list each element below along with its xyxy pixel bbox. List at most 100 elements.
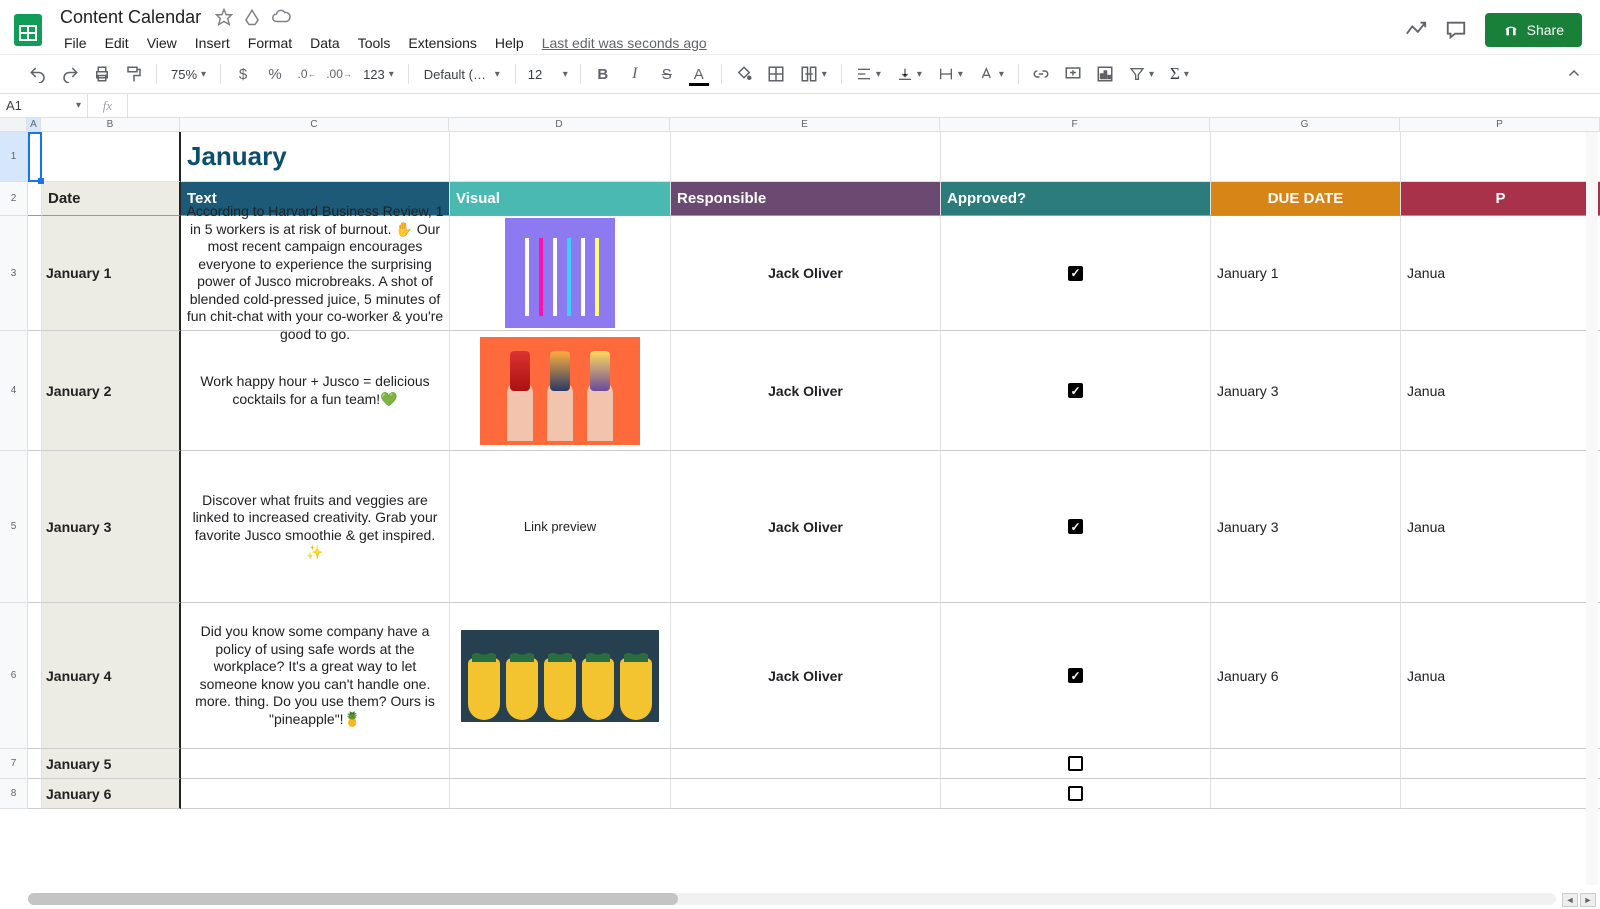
- text-wrap-button[interactable]: ▾: [932, 66, 969, 82]
- cloud-saved-icon[interactable]: [271, 8, 291, 26]
- cell-d1[interactable]: [450, 132, 671, 182]
- approved-checkbox[interactable]: [1068, 266, 1083, 281]
- menu-format[interactable]: Format: [240, 31, 300, 55]
- approved-cell[interactable]: [941, 603, 1211, 749]
- approved-checkbox[interactable]: [1068, 668, 1083, 683]
- date-cell[interactable]: January 2: [42, 331, 181, 451]
- merge-cells-button[interactable]: ▾: [794, 65, 833, 83]
- header-p[interactable]: P: [1401, 182, 1600, 216]
- p-cell[interactable]: Janua: [1401, 603, 1600, 749]
- cell-f1[interactable]: [941, 132, 1211, 182]
- insert-comment-button[interactable]: [1059, 60, 1087, 88]
- cell-h1[interactable]: [1401, 132, 1600, 182]
- due-date-cell[interactable]: January 6: [1211, 603, 1401, 749]
- bold-button[interactable]: B: [589, 60, 617, 88]
- cell[interactable]: [28, 749, 42, 779]
- collapse-toolbar-button[interactable]: [1560, 60, 1588, 88]
- approved-cell[interactable]: [941, 451, 1211, 603]
- filter-button[interactable]: ▾: [1123, 66, 1160, 82]
- text-cell[interactable]: Work happy hour + Jusco = delicious cock…: [181, 331, 450, 451]
- visual-cell[interactable]: Link preview: [450, 451, 671, 603]
- cell-e1[interactable]: [671, 132, 941, 182]
- row-header-3[interactable]: 3: [0, 216, 28, 331]
- menu-help[interactable]: Help: [487, 31, 532, 55]
- visual-cell[interactable]: [450, 216, 671, 331]
- zoom-select[interactable]: 75%▾: [165, 67, 212, 82]
- responsible-cell[interactable]: Jack Oliver: [671, 451, 941, 603]
- borders-button[interactable]: [762, 60, 790, 88]
- cell[interactable]: [28, 603, 42, 749]
- redo-button[interactable]: [56, 60, 84, 88]
- cell-c1[interactable]: January: [181, 132, 450, 182]
- menu-tools[interactable]: Tools: [350, 31, 399, 55]
- decrease-decimal-button[interactable]: .0←: [293, 60, 321, 88]
- responsible-cell[interactable]: Jack Oliver: [671, 216, 941, 331]
- cell-a1[interactable]: [28, 132, 42, 182]
- menu-insert[interactable]: Insert: [187, 31, 238, 55]
- responsible-cell[interactable]: Jack Oliver: [671, 603, 941, 749]
- spreadsheet-grid[interactable]: 1 January 2 Date Text Visual Responsible…: [0, 132, 1600, 885]
- approved-checkbox[interactable]: [1068, 786, 1083, 801]
- comments-icon[interactable]: [1445, 19, 1467, 41]
- cell[interactable]: [28, 451, 42, 603]
- currency-button[interactable]: $: [229, 60, 257, 88]
- document-title[interactable]: Content Calendar: [56, 6, 205, 29]
- strikethrough-button[interactable]: S: [653, 60, 681, 88]
- activity-icon[interactable]: [1405, 19, 1427, 41]
- number-format-select[interactable]: 123▾: [357, 67, 400, 82]
- cell-a2[interactable]: [28, 182, 42, 216]
- due-date-cell[interactable]: [1211, 749, 1401, 779]
- print-button[interactable]: [88, 60, 116, 88]
- approved-cell[interactable]: [941, 216, 1211, 331]
- menu-edit[interactable]: Edit: [97, 31, 137, 55]
- header-responsible[interactable]: Responsible: [671, 182, 941, 216]
- cell[interactable]: [28, 779, 42, 809]
- functions-button[interactable]: Σ▾: [1164, 64, 1195, 84]
- italic-button[interactable]: I: [621, 60, 649, 88]
- selection-handle[interactable]: [38, 178, 44, 184]
- header-approved[interactable]: Approved?: [941, 182, 1211, 216]
- name-box[interactable]: A1▾: [0, 94, 88, 117]
- date-cell[interactable]: January 6: [42, 779, 181, 809]
- share-button[interactable]: Share: [1485, 13, 1582, 47]
- text-cell[interactable]: According to Harvard Business Review, 1 …: [181, 216, 450, 331]
- due-date-cell[interactable]: January 3: [1211, 331, 1401, 451]
- due-date-cell[interactable]: January 1: [1211, 216, 1401, 331]
- p-cell[interactable]: [1401, 749, 1600, 779]
- text-cell[interactable]: Did you know some company have a policy …: [181, 603, 450, 749]
- date-cell[interactable]: January 5: [42, 749, 181, 779]
- paint-format-button[interactable]: [120, 60, 148, 88]
- cell[interactable]: [28, 331, 42, 451]
- col-header-f[interactable]: F: [940, 118, 1210, 131]
- font-size-select[interactable]: 12▾: [524, 65, 572, 84]
- horizontal-scrollbar[interactable]: [28, 893, 1556, 905]
- header-due-date[interactable]: DUE DATE: [1211, 182, 1401, 216]
- responsible-cell[interactable]: [671, 749, 941, 779]
- col-header-e[interactable]: E: [670, 118, 940, 131]
- star-icon[interactable]: [215, 8, 233, 26]
- cell-b1[interactable]: [42, 132, 181, 182]
- responsible-cell[interactable]: Jack Oliver: [671, 331, 941, 451]
- move-to-drive-icon[interactable]: [243, 8, 261, 26]
- col-header-c[interactable]: C: [180, 118, 449, 131]
- vertical-scrollbar[interactable]: [1586, 132, 1598, 885]
- approved-cell[interactable]: [941, 779, 1211, 809]
- date-cell[interactable]: January 1: [42, 216, 181, 331]
- p-cell[interactable]: Janua: [1401, 451, 1600, 603]
- responsible-cell[interactable]: [671, 779, 941, 809]
- menu-file[interactable]: File: [56, 31, 95, 55]
- p-cell[interactable]: [1401, 779, 1600, 809]
- sheet-nav-arrows[interactable]: ◄►: [1562, 893, 1596, 907]
- font-select[interactable]: Default (Co...▾: [417, 64, 507, 85]
- visual-cell[interactable]: [450, 779, 671, 809]
- date-cell[interactable]: January 4: [42, 603, 181, 749]
- increase-decimal-button[interactable]: .00→: [325, 60, 353, 88]
- column-headers[interactable]: A B C D E F G P: [0, 118, 1600, 132]
- undo-button[interactable]: [24, 60, 52, 88]
- percent-button[interactable]: %: [261, 60, 289, 88]
- header-visual[interactable]: Visual: [450, 182, 671, 216]
- p-cell[interactable]: Janua: [1401, 331, 1600, 451]
- approved-cell[interactable]: [941, 331, 1211, 451]
- cell[interactable]: [28, 216, 42, 331]
- visual-cell[interactable]: [450, 603, 671, 749]
